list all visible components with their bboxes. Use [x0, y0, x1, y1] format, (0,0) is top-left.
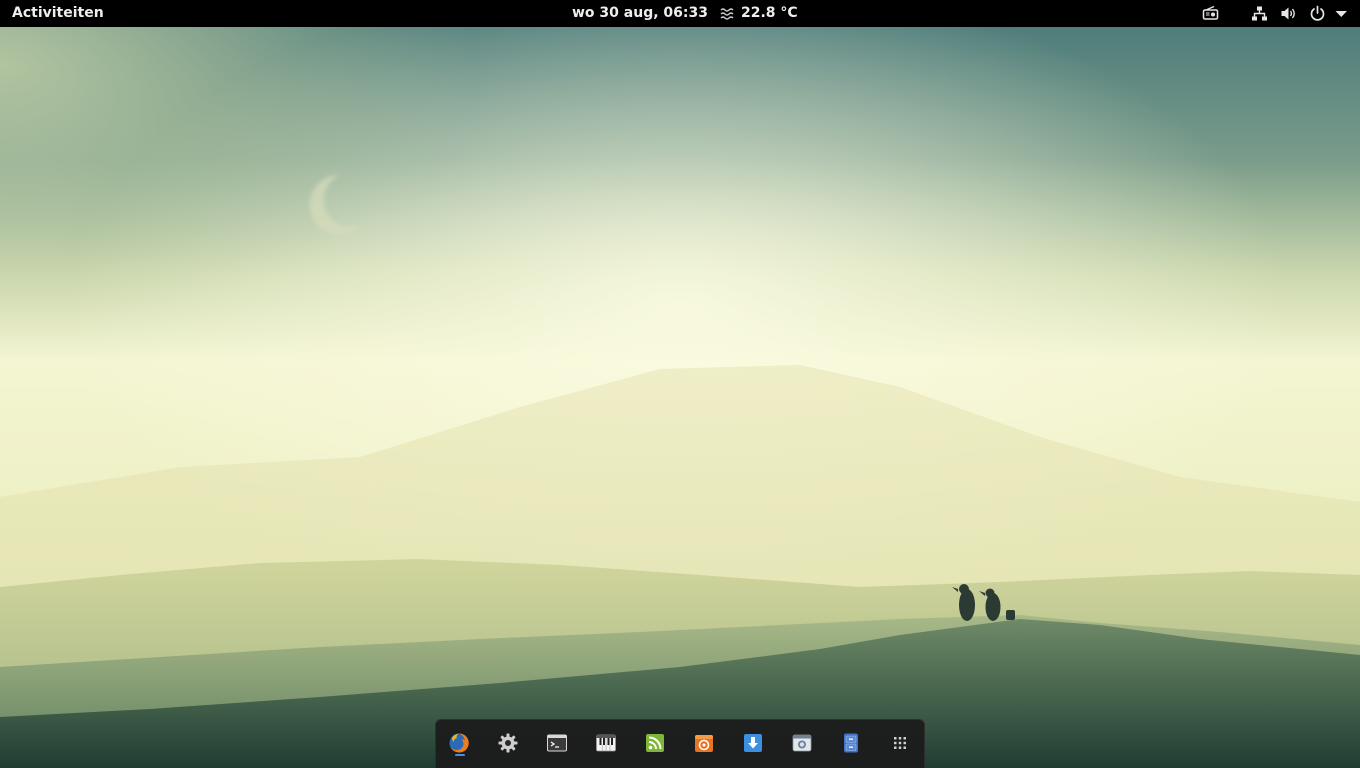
- weather-indicator[interactable]: 22.8 °C: [720, 0, 798, 27]
- activities-button[interactable]: Activiteiten: [12, 0, 104, 27]
- piano-icon[interactable]: [595, 732, 617, 754]
- power-icon[interactable]: [1309, 5, 1326, 22]
- firefox-icon[interactable]: [448, 732, 470, 754]
- fog-icon: [720, 8, 734, 20]
- screenshot-icon[interactable]: [791, 732, 813, 754]
- chevron-down-icon[interactable]: [1333, 5, 1350, 22]
- clock-menu[interactable]: wo 30 aug, 06:33: [572, 0, 708, 27]
- rss-icon[interactable]: [644, 732, 666, 754]
- settings-gear-icon[interactable]: [497, 732, 519, 754]
- app-grid-icon[interactable]: [889, 732, 911, 754]
- download-icon[interactable]: [742, 732, 764, 754]
- network-wired-icon[interactable]: [1251, 5, 1268, 22]
- top-bar: Activiteiten wo 30 aug, 06:33 22.8 °C: [0, 0, 1360, 27]
- weather-temperature: 22.8 °C: [741, 5, 798, 21]
- terminal-icon[interactable]: [546, 732, 568, 754]
- volume-icon[interactable]: [1280, 5, 1297, 22]
- file-cabinet-icon[interactable]: [840, 732, 862, 754]
- running-indicator: [455, 754, 465, 756]
- software-center-icon[interactable]: [693, 732, 715, 754]
- desktop-wallpaper: [0, 27, 1360, 768]
- desktop: Activiteiten wo 30 aug, 06:33 22.8 °C: [0, 0, 1360, 768]
- radio-icon[interactable]: [1202, 5, 1219, 22]
